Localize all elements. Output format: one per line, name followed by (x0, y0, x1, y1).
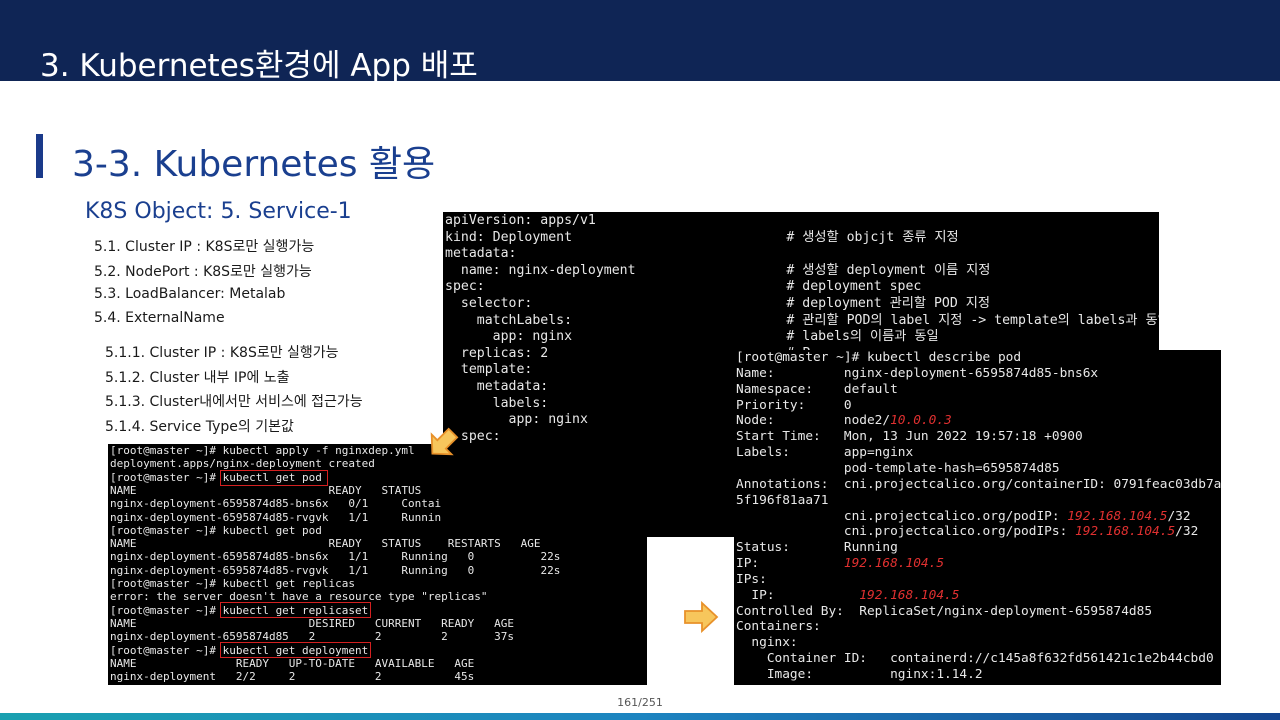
service-type-item: 5.3. LoadBalancer: Metalab (94, 286, 286, 302)
cluster-ip-note: 5.1.4. Service Type의 기본값 (105, 419, 294, 435)
terminal-line: Status: Running (736, 540, 898, 556)
ip-highlight: 192.168.104.5 (843, 556, 945, 572)
terminal-line: nginx-deployment-6595874d85-rvgvk 1/1 Ru… (110, 510, 442, 524)
terminal-line: Containers: (736, 619, 821, 635)
describe-terminal: [root@master ~]# kubectl describe pod Nam… (734, 350, 1221, 685)
terminal-line: nginx-deployment-6595874d85-bns6x 1/1 Ru… (110, 550, 561, 564)
highlight-box (220, 642, 371, 658)
object-title: K8S Object: 5. Service-1 (85, 199, 352, 224)
service-type-item: 5.1. Cluster IP : K8S로만 실행가능 (94, 239, 315, 255)
cluster-ip-note: 5.1.2. Cluster 내부 IP에 노출 (105, 370, 290, 386)
bottom-bar (0, 713, 1280, 720)
cluster-ip-note: 5.1.3. Cluster내에서만 서비스에 접근가능 (105, 394, 363, 410)
terminal-line: Namespace: default (736, 381, 898, 397)
terminal-line: NAME DESIRED CURRENT READY AGE (110, 616, 514, 630)
terminal-line: [root@master ~]# kubectl apply -f nginxd… (110, 444, 415, 457)
terminal-line: matchLabels: # 관리할 POD의 label 지정 -> temp… (445, 312, 1159, 328)
terminal-line: [root@master ~]# kubectl describe pod (736, 350, 1022, 365)
kubectl-terminal: nginx-deployment 2/2 2 2 45s NAME READY U… (108, 444, 647, 685)
terminal-line: cni.projectcalico.org/podIPs: 192.168.10… (736, 524, 1199, 540)
terminal-line: metadata: (445, 379, 549, 394)
terminal-line: IP: 192.168.104.5 (736, 556, 945, 572)
cluster-ip-note: 5.1.1. Cluster IP : K8S로만 실행가능 (105, 345, 339, 361)
terminal-line: deployment.apps/nginx-deployment created (110, 457, 375, 471)
terminal-line: [root@master ~]# kubectl get replicas (110, 577, 356, 590)
terminal-line: name: nginx-deployment # 생성할 deployment … (445, 262, 991, 278)
slide-header-title: 3. Kubernetes환경에 App 배포 (40, 48, 478, 84)
terminal-line: apiVersion: apps/v1 (445, 213, 596, 228)
terminal-line: Image: nginx:1.14.2 (736, 667, 983, 682)
terminal-line: nginx-deployment 2/2 2 2 45s (110, 670, 475, 684)
terminal-line: 5f196f81aa71 (736, 492, 829, 508)
terminal-line: Start Time: Mon, 13 Jun 2022 19:57:18 +0… (736, 429, 1083, 445)
terminal-line: Container ID: containerd://c145a8f632fd5… (736, 651, 1214, 667)
terminal-line: kind: Deployment # 생성할 objcjt 종류 지정 (445, 229, 959, 245)
terminal-line: Controlled By: ReplicaSet/nginx-deployme… (736, 603, 1153, 619)
section-marker (36, 134, 43, 178)
terminal-line: metadata: (445, 246, 517, 262)
terminal-line: cni.projectcalico.org/podIP: 192.168.104… (736, 508, 1191, 524)
highlight-box (220, 470, 328, 486)
terminal-line: Name: nginx-deployment-6595874d85-bns6x (736, 365, 1099, 381)
terminal-line: Annotations: cni.projectcalico.org/conta… (736, 476, 1221, 492)
page-number: 161/251 (617, 696, 663, 709)
terminal-line: app: nginx # labels의 이름과 동일 (445, 329, 939, 345)
terminal-line: pod-template-hash=6595874d85 (736, 460, 1060, 476)
arrow-right-icon (684, 601, 719, 633)
terminal-line: nginx-deployment-6595874d85-bns6x 0/1 Co… (110, 497, 442, 511)
section-title: 3-3. Kubernetes 활용 (72, 144, 436, 185)
ip-highlight: 192.168.104.5 (859, 587, 960, 603)
terminal-line: nginx: (736, 635, 798, 651)
service-type-item: 5.2. NodePort : K8S로만 실행가능 (94, 264, 312, 280)
ip-highlight: 10.0.0.3 (890, 413, 952, 429)
terminal-line: selector: # deployment 관리할 POD 지정 (445, 296, 990, 311)
terminal-line: Priority: 0 (736, 397, 852, 413)
arrow-down-left-icon (430, 427, 459, 456)
terminal-line: Labels: app=nginx (736, 445, 914, 461)
terminal-line: [root@master ~]# kubectl get pod (110, 523, 322, 537)
ip-highlight: 192.168.104.5 (1075, 524, 1176, 540)
terminal-line: spec: # deployment spec (445, 279, 922, 295)
service-type-item: 5.4. ExternalName (94, 310, 225, 326)
terminal-line: NAME READY STATUS RESTARTS AGE (110, 537, 541, 551)
highlight-box (220, 602, 371, 618)
terminal-line: NAME READY UP-TO-DATE AVAILABLE AGE (110, 656, 475, 670)
terminal-line: Node: node2/10.0.0.3 (736, 413, 952, 429)
terminal-line: IPs: (736, 571, 767, 587)
terminal-line: nginx-deployment-6595874d85-rvgvk 1/1 Ru… (110, 563, 561, 577)
ip-highlight: 192.168.104.5 (1067, 508, 1168, 524)
terminal-line: IP: 192.168.104.5 (736, 587, 960, 603)
